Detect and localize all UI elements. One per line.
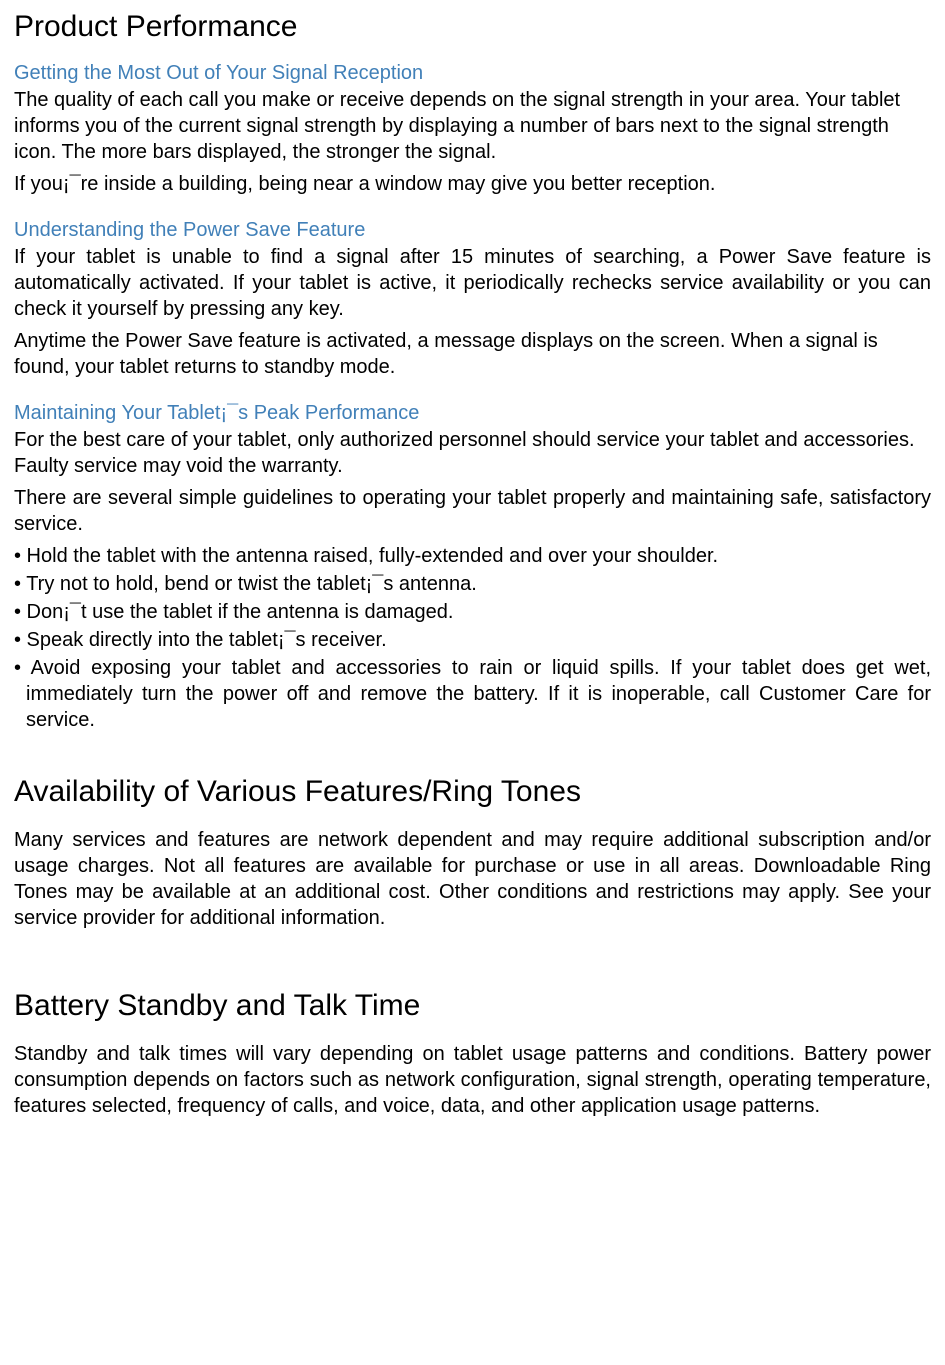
bullet-item: • Avoid exposing your tablet and accesso… bbox=[14, 655, 931, 733]
paragraph: There are several simple guidelines to o… bbox=[14, 485, 931, 537]
subheading-power-save: Understanding the Power Save Feature bbox=[14, 219, 931, 242]
bullet-item: • Hold the tablet with the antenna raise… bbox=[14, 543, 931, 569]
paragraph: For the best care of your tablet, only a… bbox=[14, 427, 931, 479]
bullet-item: • Try not to hold, bend or twist the tab… bbox=[14, 571, 931, 597]
bullet-item: • Speak directly into the tablet¡¯s rece… bbox=[14, 627, 931, 653]
section-title-product-performance: Product Performance bbox=[14, 10, 931, 44]
paragraph: Standby and talk times will vary dependi… bbox=[14, 1041, 931, 1119]
paragraph: Anytime the Power Save feature is activa… bbox=[14, 328, 931, 380]
paragraph: The quality of each call you make or rec… bbox=[14, 87, 931, 165]
paragraph: If your tablet is unable to find a signa… bbox=[14, 244, 931, 322]
paragraph: Many services and features are network d… bbox=[14, 827, 931, 931]
paragraph: If you¡¯re inside a building, being near… bbox=[14, 171, 931, 197]
section-title-battery: Battery Standby and Talk Time bbox=[14, 989, 931, 1023]
subheading-peak-performance: Maintaining Your Tablet¡¯s Peak Performa… bbox=[14, 402, 931, 425]
subheading-signal-reception: Getting the Most Out of Your Signal Rece… bbox=[14, 62, 931, 85]
section-title-availability: Availability of Various Features/Ring To… bbox=[14, 775, 931, 809]
bullet-item: • Don¡¯t use the tablet if the antenna i… bbox=[14, 599, 931, 625]
